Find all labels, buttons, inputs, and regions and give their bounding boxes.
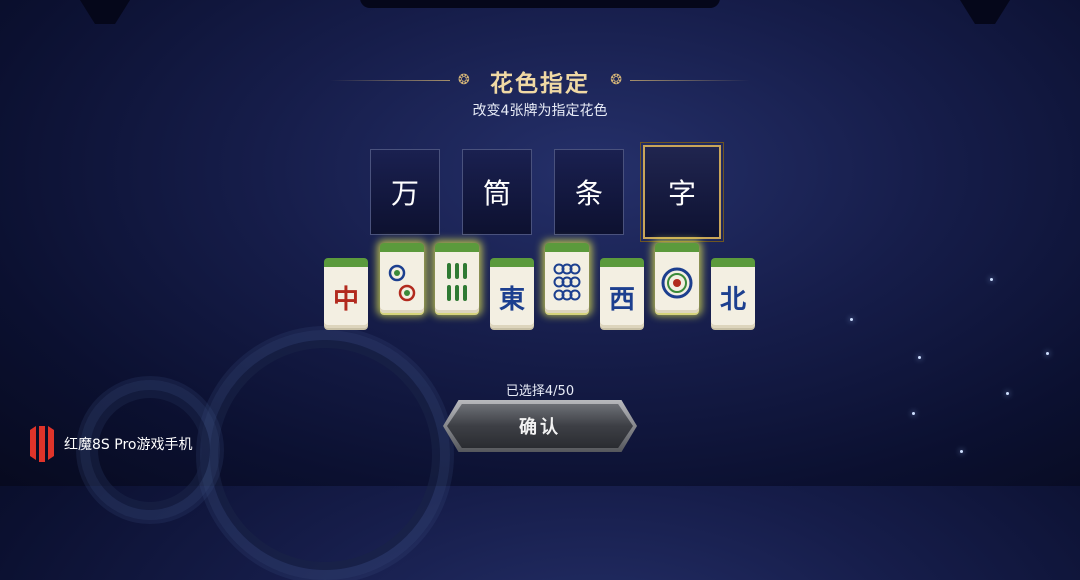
dialog-header: ❂ ❂ 花色指定	[330, 60, 750, 100]
two-circles-icon	[388, 264, 416, 301]
tile-face: 北	[719, 285, 746, 315]
star	[960, 450, 963, 453]
mahjong-tile-red-dragon[interactable]: 中	[324, 258, 368, 328]
mahjong-tile-one-circle[interactable]	[655, 243, 699, 313]
mahjong-tile-west-wind[interactable]: 西	[600, 258, 644, 328]
tile-face: 東	[498, 285, 525, 315]
top-frame	[360, 0, 720, 8]
suit-label: 条	[574, 177, 603, 210]
suit-option-zi[interactable]: 字	[640, 142, 724, 242]
suit-option-tiao[interactable]: 条	[554, 149, 624, 235]
mahjong-tile-six-bamboo[interactable]	[435, 243, 479, 313]
one-circle-icon	[661, 267, 693, 298]
star	[990, 278, 993, 281]
suit-label: 万	[390, 177, 419, 210]
corner-ornament-right	[960, 0, 1010, 24]
dialog-title: 花色指定	[490, 71, 590, 97]
dialog-subtitle: 改变4张牌为指定花色	[472, 103, 608, 119]
background-gear	[200, 330, 450, 580]
selection-count: 已选择4/50	[505, 384, 575, 399]
star	[918, 356, 921, 359]
mahjong-tile-east-wind[interactable]: 東	[490, 258, 534, 328]
tile-face: 西	[608, 285, 635, 315]
star	[912, 412, 915, 415]
device-watermark: 红魔8S Pro游戏手机	[28, 424, 192, 464]
six-bamboo-icon	[447, 262, 467, 301]
suit-option-tong[interactable]: 筒	[462, 149, 532, 235]
red-magic-logo-icon	[30, 426, 54, 462]
watermark-text: 红魔8S Pro游戏手机	[64, 437, 193, 453]
confirm-button[interactable]: 确认	[447, 404, 633, 448]
corner-ornament-left	[80, 0, 130, 24]
mahjong-tile-north-wind[interactable]: 北	[711, 258, 755, 328]
suit-option-wan[interactable]: 万	[370, 149, 440, 235]
nine-circles-icon	[553, 263, 581, 300]
star	[1046, 352, 1049, 355]
suit-label: 字	[667, 177, 696, 210]
confirm-label: 确认	[519, 417, 561, 438]
mahjong-tile-nine-circles[interactable]	[545, 243, 589, 313]
suit-label: 筒	[482, 177, 511, 210]
star	[850, 318, 853, 321]
tile-face: 中	[332, 285, 359, 315]
mahjong-tile-two-circles[interactable]	[380, 243, 424, 313]
